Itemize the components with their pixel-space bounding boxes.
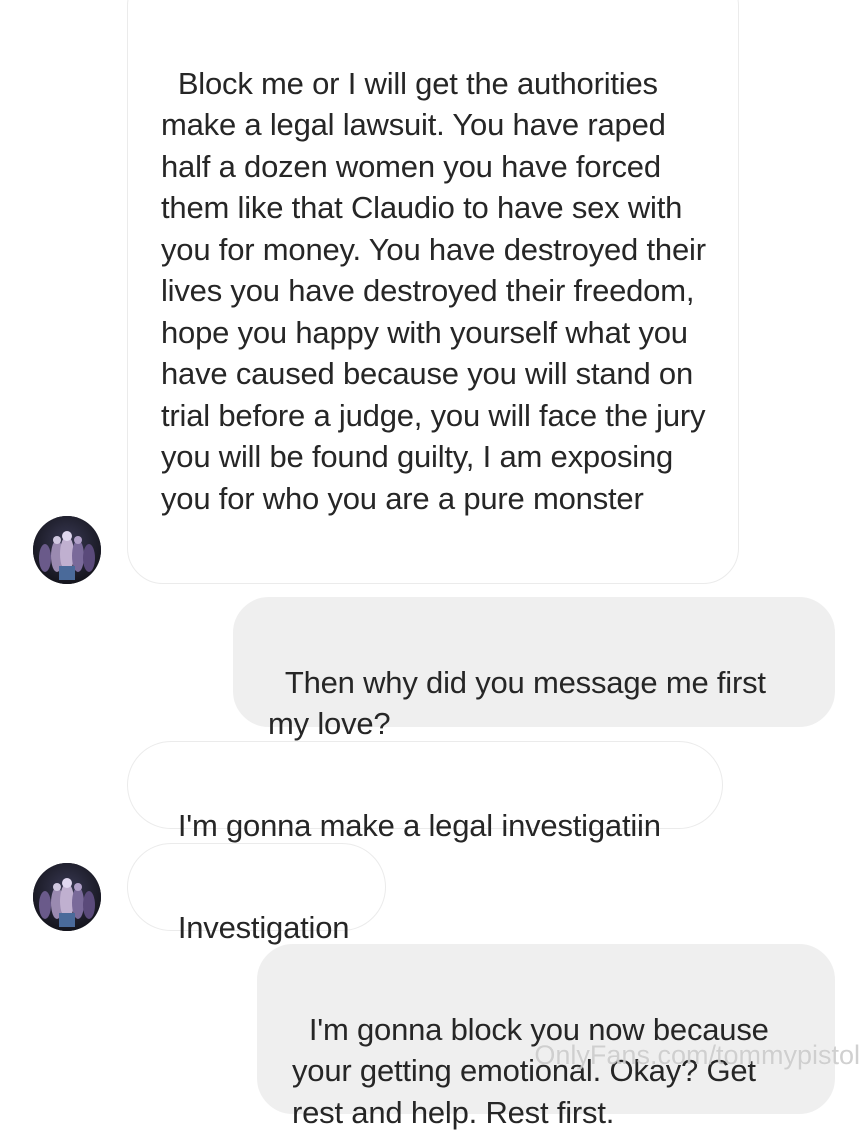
message-bubble-outgoing[interactable]: Then why did you message me first my lov… (233, 597, 835, 741)
message-text: I'm gonna make a legal investigatiin (177, 807, 661, 843)
message-text: Block me or I will get the authorities m… (161, 65, 715, 516)
message-bubble-incoming[interactable]: Block me or I will get the authorities m… (127, 0, 739, 584)
message-text: Investigation (177, 909, 350, 945)
message-bubble-incoming[interactable]: I'm gonna make a legal investigatiin (127, 741, 723, 843)
watermark: OnlyFans.com/tommypistol (534, 1040, 860, 1070)
contact-avatar-icon[interactable] (33, 516, 101, 584)
contact-avatar-icon[interactable] (33, 863, 101, 931)
message-bubble-incoming[interactable]: Investigation (127, 843, 386, 945)
message-bubble-outgoing[interactable]: I'm gonna block you now because your get… (257, 944, 835, 1130)
message-text: Then why did you message me first my lov… (268, 664, 775, 742)
